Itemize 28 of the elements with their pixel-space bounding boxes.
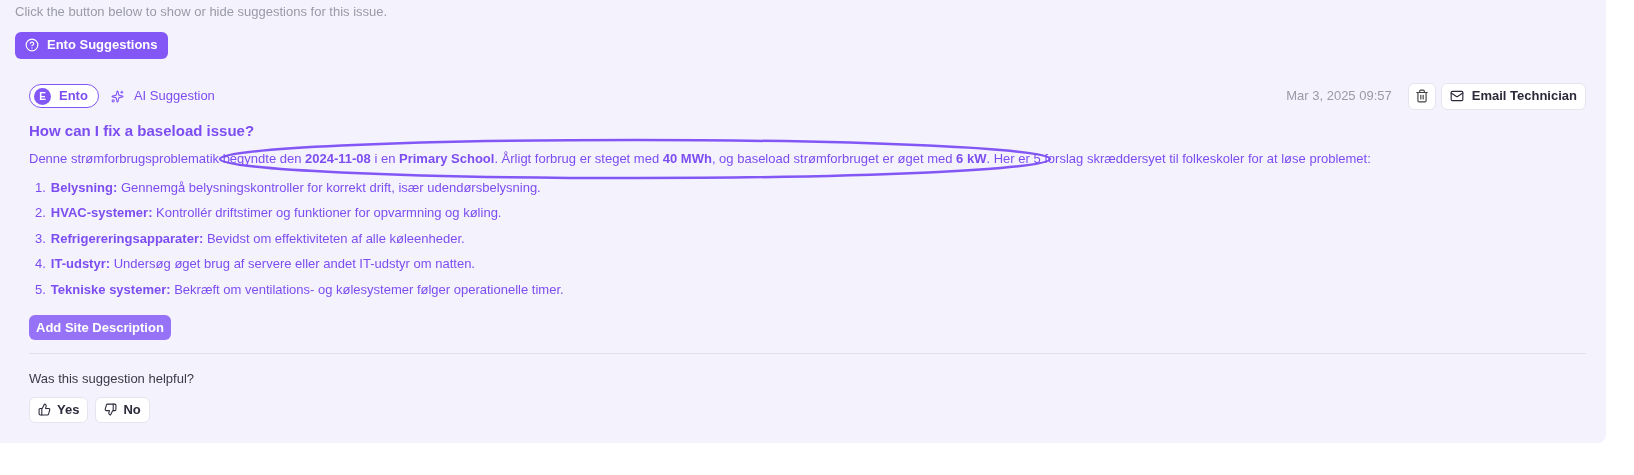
yes-button[interactable]: Yes [29, 396, 89, 423]
list-number: 1. [35, 178, 46, 197]
author-avatar: E [34, 87, 51, 105]
list-number: 2. [35, 204, 46, 222]
mail-icon [1449, 89, 1464, 103]
suggestion-item: Tekniske systemer: Bekræft om ventilations- og kølesystemer følger operationelle timer. [50, 280, 564, 299]
delete-button[interactable] [1407, 82, 1436, 110]
suggestion-question: How can I fix a baseload issue? [29, 120, 256, 141]
list-number: 3. [35, 229, 46, 248]
suggestion-item: IT-udstyr: Undersøg øget brug af servere eller andet IT-udstyr om natten. [50, 255, 475, 273]
suggestion-item: HVAC-systemer: Kontrollér driftstimer og funktioner for opvarmning og køling. [50, 204, 502, 222]
sparkle-icon [110, 89, 124, 103]
help-icon [25, 38, 39, 52]
timestamp: Mar 3, 2025 09:57 [1286, 87, 1392, 106]
author-name: Ento [59, 87, 88, 106]
trash-icon [1414, 89, 1429, 103]
no-button[interactable]: No [95, 396, 150, 423]
suggestion-item: Belysning: Gennemgå belysningskontroller for korrekt drift, især udendørsbelysning. [50, 178, 541, 197]
list-number: 4. [35, 255, 46, 273]
email-technician-button[interactable]: Email Technician [1440, 82, 1586, 110]
thumbs-down-icon [104, 403, 118, 416]
list-number: 5. [35, 280, 46, 299]
suggestions-toggle-button[interactable]: Ento Suggestions [15, 31, 168, 59]
suggestion-item: Refrigereringsapparater: Bevidst om effektiviteten af alle køleenheder. [50, 229, 465, 248]
hint-text: Click the button below to show or hide suggestions for this issue. [15, 3, 389, 21]
ai-suggestion-label: AI Suggestion [133, 87, 215, 106]
feedback-question: Was this suggestion helpful? [29, 370, 195, 388]
thumbs-up-icon [38, 403, 51, 416]
